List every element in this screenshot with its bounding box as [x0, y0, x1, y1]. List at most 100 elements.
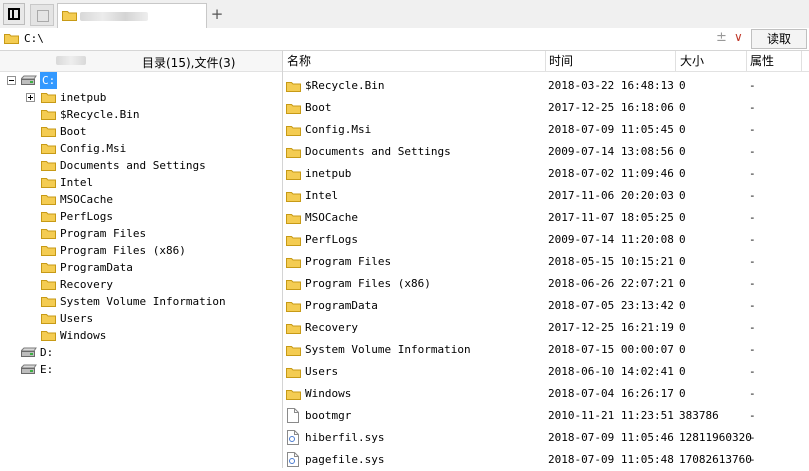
tree-folder-item[interactable]: Config.Msi	[0, 140, 282, 157]
file-name: Intel	[305, 189, 339, 202]
file-time: 2017-11-06 20:20:03	[548, 189, 674, 202]
file-list-row[interactable]: bootmgr 2010-11-21 11:23:51 383786 -	[283, 405, 809, 427]
column-name[interactable]: 名称	[287, 51, 311, 71]
blank-page-icon	[37, 10, 49, 22]
folder-icon	[41, 280, 56, 290]
file-size: 0	[679, 255, 686, 268]
tree-drive-item[interactable]: E:	[0, 361, 282, 378]
tree-folder-item[interactable]: PerfLogs	[0, 208, 282, 225]
tree-item-label: System Volume Information	[60, 295, 226, 308]
file-time: 2009-07-14 13:08:56	[548, 145, 674, 158]
folder-icon	[286, 390, 301, 400]
tree-folder-item[interactable]: $Recycle.Bin	[0, 106, 282, 123]
tree-item-label: Documents and Settings	[60, 159, 206, 172]
panel-layout-icon	[8, 8, 20, 20]
column-divider[interactable]	[746, 51, 747, 71]
file-name: $Recycle.Bin	[305, 79, 385, 92]
file-size: 0	[679, 343, 686, 356]
file-list-row[interactable]: Boot 2017-12-25 16:18:06 0 -	[283, 97, 809, 119]
file-attr: -	[749, 145, 756, 158]
file-list-row[interactable]: Windows 2018-07-04 16:26:17 0 -	[283, 383, 809, 405]
tree-folder-item[interactable]: Windows	[0, 327, 282, 344]
file-time: 2017-11-07 18:05:25	[548, 211, 674, 224]
file-list-row[interactable]: Program Files (x86) 2018-06-26 22:07:21 0 -	[283, 273, 809, 295]
tree-drive-item[interactable]: D:	[0, 344, 282, 361]
system-file-icon	[287, 430, 299, 445]
read-button[interactable]: 读取	[751, 29, 807, 49]
column-divider[interactable]	[675, 51, 676, 71]
tree-drive-item[interactable]: C:	[0, 72, 282, 89]
file-attr: -	[749, 431, 756, 444]
file-name: Windows	[305, 387, 352, 400]
file-list-row[interactable]: Documents and Settings 2009-07-14 13:08:5…	[283, 141, 809, 163]
file-list-row[interactable]: Recovery 2017-12-25 16:21:19 0 -	[283, 317, 809, 339]
tree-item-label: Program Files (x86)	[60, 244, 186, 257]
tree-folder-item[interactable]: Intel	[0, 174, 282, 191]
expand-icon[interactable]	[26, 93, 35, 102]
tab-active[interactable]	[57, 3, 207, 28]
file-attr: -	[749, 255, 756, 268]
folder-icon	[286, 192, 301, 202]
file-time: 2018-05-15 10:15:21	[548, 255, 674, 268]
new-tab-button[interactable]: +	[209, 5, 225, 23]
file-list-row[interactable]: Program Files 2018-05-15 10:15:21 0 -	[283, 251, 809, 273]
file-name: inetpub	[305, 167, 352, 180]
tree-folder-item[interactable]: Program Files	[0, 225, 282, 242]
folder-icon	[41, 127, 56, 137]
tree-item-label: MSOCache	[60, 193, 113, 206]
file-list-row[interactable]: PerfLogs 2009-07-14 11:20:08 0 -	[283, 229, 809, 251]
tab-bar: +	[0, 0, 809, 29]
tree-folder-item[interactable]: Documents and Settings	[0, 157, 282, 174]
file-list-row[interactable]: ProgramData 2018-07-05 23:13:42 0 -	[283, 295, 809, 317]
file-time: 2018-07-05 23:13:42	[548, 299, 674, 312]
file-size: 0	[679, 365, 686, 378]
column-attr[interactable]: 属性	[750, 51, 774, 71]
collapse-icon[interactable]	[7, 76, 16, 85]
file-list-row[interactable]: MSOCache 2017-11-07 18:05:25 0 -	[283, 207, 809, 229]
file-list-row[interactable]: Config.Msi 2018-07-09 11:05:45 0 -	[283, 119, 809, 141]
folder-icon	[41, 229, 56, 239]
tree-folder-item[interactable]: System Volume Information	[0, 293, 282, 310]
tree-folder-item[interactable]: Users	[0, 310, 282, 327]
system-file-icon	[287, 452, 299, 467]
column-time[interactable]: 时间	[549, 51, 573, 71]
directory-summary: 目录(15),文件(3)	[142, 56, 236, 70]
address-input[interactable]: C:\	[24, 32, 44, 45]
tree-folder-item[interactable]: ProgramData	[0, 259, 282, 276]
tree-folder-item[interactable]: inetpub	[0, 89, 282, 106]
file-size: 12811960320	[679, 431, 752, 444]
file-attr: -	[749, 189, 756, 202]
column-size[interactable]: 大小	[680, 51, 704, 71]
tree-folder-item[interactable]: Boot	[0, 123, 282, 140]
column-divider[interactable]	[545, 51, 546, 71]
tree-folder-item[interactable]: Recovery	[0, 276, 282, 293]
folder-icon	[41, 178, 56, 188]
sort-icon[interactable]: ±	[716, 30, 727, 45]
folder-icon	[286, 170, 301, 180]
file-list-header: 名称 时间 大小 属性	[283, 51, 809, 72]
tree-item-label: Intel	[60, 176, 94, 189]
file-time: 2018-06-10 14:02:41	[548, 365, 674, 378]
tree-folder-item[interactable]: Program Files (x86)	[0, 242, 282, 259]
panel-toggle-button[interactable]	[3, 3, 25, 25]
tree-folder-item[interactable]: MSOCache	[0, 191, 282, 208]
folder-icon	[286, 126, 301, 136]
file-list-row[interactable]: hiberfil.sys 2018-07-09 11:05:46 128119603…	[283, 427, 809, 449]
redacted-label	[56, 56, 86, 65]
file-attr: -	[749, 101, 756, 114]
file-size: 0	[679, 167, 686, 180]
tab-inactive[interactable]	[30, 4, 54, 26]
file-list-row[interactable]: Intel 2017-11-06 20:20:03 0 -	[283, 185, 809, 207]
file-list-row[interactable]: inetpub 2018-07-02 11:09:46 0 -	[283, 163, 809, 185]
folder-icon	[286, 368, 301, 378]
chevron-down-icon[interactable]: ∨	[734, 30, 743, 44]
folder-icon	[286, 104, 301, 114]
folder-icon	[41, 212, 56, 222]
folder-icon	[286, 148, 301, 158]
file-list-row[interactable]: Users 2018-06-10 14:02:41 0 -	[283, 361, 809, 383]
tree-item-label: inetpub	[60, 91, 107, 104]
file-list-row[interactable]: System Volume Information 2018-07-15 00:0…	[283, 339, 809, 361]
column-divider[interactable]	[801, 51, 802, 71]
folder-icon	[286, 346, 301, 356]
file-list-row[interactable]: $Recycle.Bin 2018-03-22 16:48:13 0 -	[283, 75, 809, 97]
